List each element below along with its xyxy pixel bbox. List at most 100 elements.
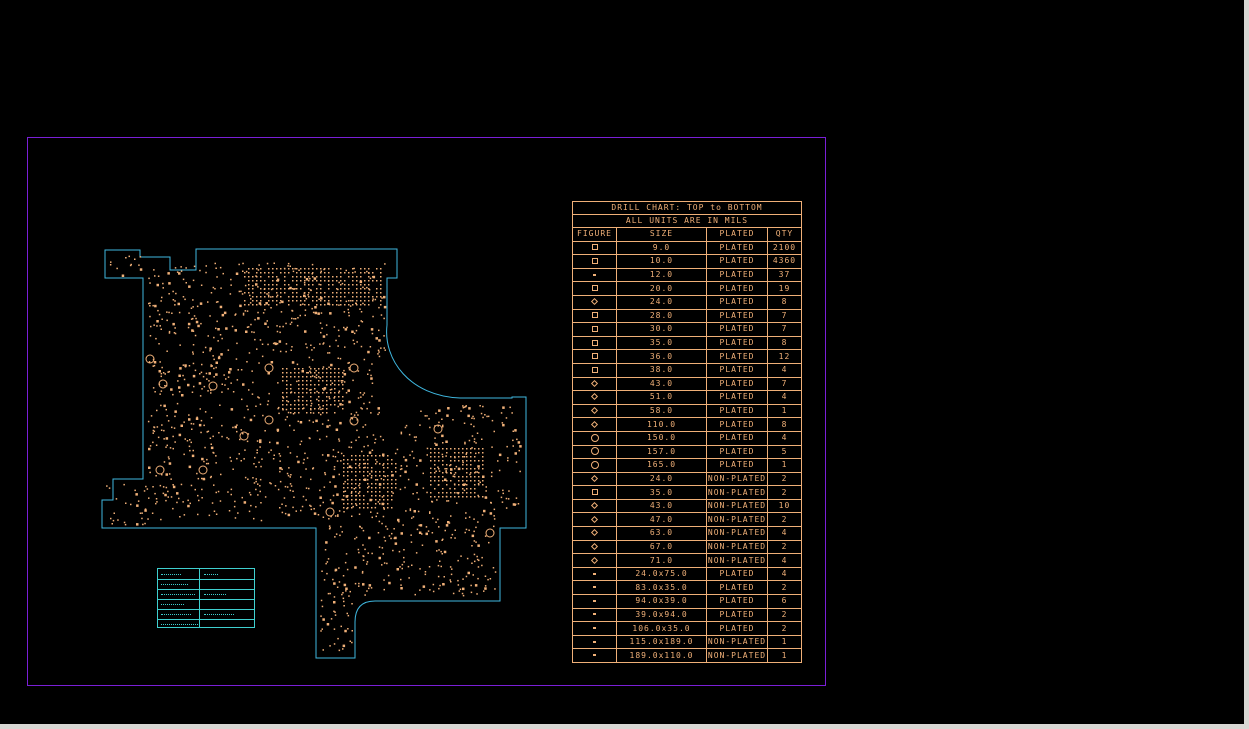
bga-pad [462,476,464,478]
bga-pad [298,404,300,406]
pad [368,401,371,404]
pad [328,352,331,354]
bga-pad [367,487,369,489]
pad [298,269,300,271]
pad [113,512,115,514]
drill-figure-cell [572,471,617,487]
vertical-scrollbar[interactable] [1244,0,1249,729]
pad [176,492,179,495]
pad [180,424,183,427]
pad [307,294,309,296]
pad [400,465,403,467]
pad [438,421,440,424]
pad [209,437,212,439]
pad [198,382,202,385]
bga-pad [342,380,344,382]
pad [163,429,165,432]
pad [240,369,243,371]
bga-pad [298,400,300,402]
drill-chart-row: 63.0 NON-PLATED 4 [572,526,802,541]
pad [310,402,313,405]
cad-viewport[interactable]: DRILL CHART: TOP to BOTTOM ALL UNITS ARE… [0,0,1244,724]
pad [383,335,385,337]
bga-pad [462,464,464,466]
horizontal-scrollbar[interactable] [0,724,1249,729]
pad [189,449,191,452]
pad [322,405,324,407]
pad [366,407,368,410]
pad [361,450,363,453]
pad [316,390,318,393]
pad [319,406,321,408]
pad [296,324,299,327]
pad [273,454,275,456]
pad [357,370,360,372]
pad [262,312,265,314]
bga-pad [430,480,432,482]
pad [250,323,252,326]
pad [279,480,282,483]
pad [251,393,254,395]
pad [348,595,350,597]
bga-pad [355,459,357,461]
drill-symbol-square-icon [591,366,598,373]
bga-pad [334,396,336,398]
pad [370,328,374,331]
pad [422,487,425,489]
pad [324,472,326,474]
bga-pad [474,496,476,498]
pad [261,355,264,358]
pad [168,282,171,285]
pad [346,612,348,615]
bga-pad [478,460,480,462]
drill-chart-row: 106.0x35.0 PLATED 2 [572,621,802,636]
pad [338,390,341,392]
pad [246,405,248,407]
pad [341,531,343,533]
bga-pad [320,284,322,286]
pad [194,488,196,491]
pad [312,311,315,314]
bga-pad [380,300,382,302]
bga-pad [322,380,324,382]
drill-qty-cell: 4 [767,526,802,541]
pad [207,462,210,465]
pad [475,541,477,543]
pad [341,282,344,285]
pad [288,467,290,469]
bga-pad [348,300,350,302]
drill-symbol-slot-icon [593,627,596,630]
bga-pad [371,499,373,501]
bga-pad [371,467,373,469]
pad [285,505,287,507]
pad [235,313,237,315]
pad [380,314,383,316]
bga-pad [478,468,480,470]
pad [160,429,163,431]
pad [435,412,437,415]
bga-pad [296,292,298,294]
bga-pad [395,487,397,489]
bga-pad [326,392,328,394]
pad [335,533,338,535]
pad [156,320,159,323]
bga-pad [260,300,262,302]
pad [221,391,223,393]
pad [310,478,312,481]
pad [264,309,266,311]
bga-pad [343,495,345,497]
pad [115,498,118,500]
pad [210,292,213,294]
pad [319,377,322,379]
pad [173,427,176,429]
legend-entry-text [161,614,191,616]
pad [207,301,209,303]
pad [328,396,330,398]
bga-pad [351,503,353,505]
bga-pad [478,484,480,486]
bga-pad [364,288,366,290]
bga-pad [355,463,357,465]
pad [243,416,246,419]
bga-pad [320,268,322,270]
bga-pad [442,472,444,474]
